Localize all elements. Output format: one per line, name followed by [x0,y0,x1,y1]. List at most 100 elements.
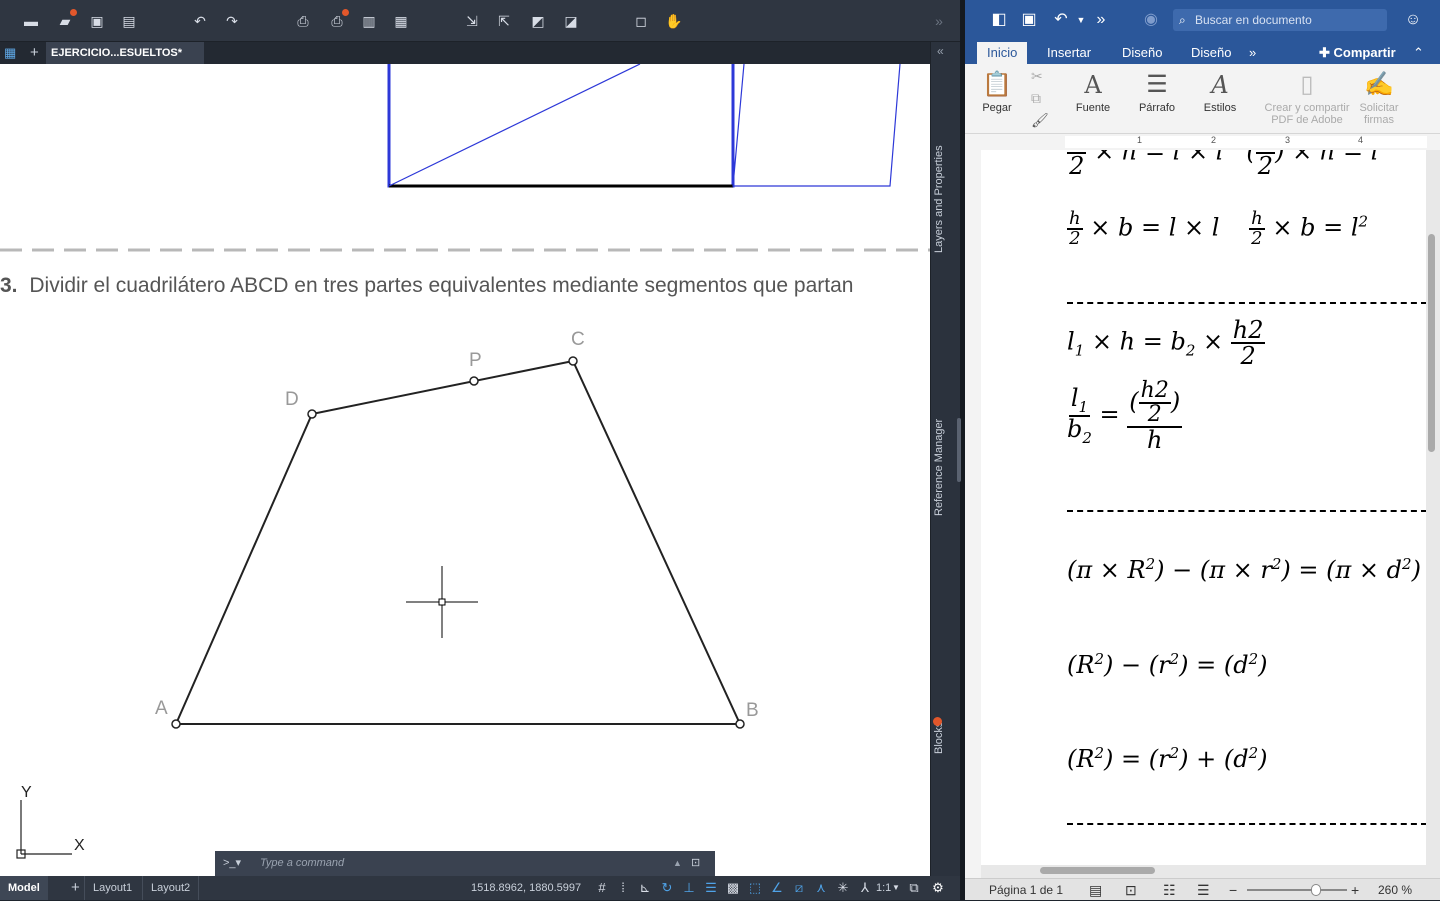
auto-scale-icon[interactable]: ✳ [835,880,851,896]
layout1-tab[interactable]: Layout1 [84,876,140,900]
collapse-chevron-icon[interactable]: « [937,44,944,58]
web-layout-icon[interactable]: ⊡ [1125,879,1137,901]
redo-icon[interactable]: ↷ [223,12,241,30]
transparency-icon[interactable]: ▩ [725,880,741,896]
zoom-slider-thumb[interactable] [1311,884,1321,896]
zoom-in-icon[interactable]: + [1351,879,1359,901]
plot-preview-icon[interactable]: ▥ [360,12,378,30]
selection-cycling-icon[interactable]: ⬚ [747,880,763,896]
export-icon[interactable]: ⇱ [495,12,513,30]
publish-icon[interactable]: ▦ [392,12,410,30]
zoom-level[interactable]: 260 % [1378,879,1412,901]
start-grid-icon[interactable]: ▦ [4,45,16,61]
blue-trapezoid [732,64,901,187]
paste-button[interactable]: 📋 Pegar [977,68,1017,114]
ortho-mode-icon[interactable]: ⊥ [681,880,697,896]
cut-icon[interactable]: ✂ [1031,68,1043,85]
tab-diseno-layout[interactable]: Diseño [1191,44,1231,62]
outline-view-icon[interactable]: ☷ [1163,879,1176,901]
share-view-icon[interactable]: ◩ [529,12,547,30]
command-customize-icon[interactable]: ⊡ [691,851,700,876]
equation-circles-sum: (R2) = (r2) + (d2) [1067,744,1268,773]
paragraph-button[interactable]: ☰ Párrafo [1131,68,1183,114]
equation-l1-h: l1 × h = b2 × h2 2 [1067,316,1266,370]
copy-icon[interactable]: ⧉ [1031,90,1041,107]
label-a: A [155,698,168,719]
new-tab-plus-icon[interactable]: + [30,44,39,61]
tab-diseno[interactable]: Diseño [1122,44,1162,62]
zoom-slider[interactable] [1247,884,1347,896]
chevron-right-icon[interactable]: » [930,12,948,30]
command-input[interactable]: Type a command [260,851,344,876]
polar-tracking-icon[interactable]: ↻ [659,880,675,896]
collapse-ribbon-icon[interactable]: ⌃ [1413,44,1424,62]
zoom-window-icon[interactable]: ◻ [632,12,650,30]
tab-insertar[interactable]: Insertar [1047,44,1091,62]
horizontal-ruler[interactable]: 1 2 3 4 [965,134,1440,150]
ruler-mark-2: 2 [1211,135,1217,145]
annotation-scale-icon[interactable]: ⅄ [857,880,873,896]
annotation-visibility-icon[interactable]: ⋏ [813,880,829,896]
vertical-ruler[interactable] [965,150,981,878]
request-signatures-button[interactable]: ✍ Solicitar firmas [1353,68,1405,126]
snap-mode-icon[interactable]: ⁞ [615,880,631,896]
split-view-handle[interactable] [957,418,961,482]
zoom-out-icon[interactable]: − [1229,879,1237,901]
search-document-input[interactable]: ⌕ Buscar en documento [1173,9,1387,31]
point-d-marker [307,409,317,419]
print-layout-icon[interactable]: ▤ [1089,879,1102,901]
more-tabs-icon[interactable]: » [1249,44,1256,62]
draft-view-icon[interactable]: ☰ [1197,879,1210,901]
dynamic-ucs-icon[interactable]: ⧄ [791,880,807,896]
page-count[interactable]: Página 1 de 1 [989,879,1063,901]
new-file-icon[interactable]: ▬ [22,12,40,30]
undo-icon[interactable]: ↶ [191,12,209,30]
reference-manager-tab[interactable]: Reference Manager [933,410,959,525]
drawing-canvas[interactable]: 3. Dividir el cuadrilátero ABCD en tres … [0,64,930,876]
infer-constraints-icon[interactable]: ⊾ [637,880,653,896]
side-palette-strip: « Layers and Properties Reference Manage… [930,42,960,876]
document-page[interactable]: h2 × h = l × l (h2) × h = l h2 × b = l ×… [981,150,1426,865]
batch-plot-icon[interactable]: ⎙ [328,9,349,30]
command-history-chevron-icon[interactable]: ▲ [673,851,682,876]
save-as-icon[interactable]: ▤ [120,12,138,30]
import-icon[interactable]: ⇲ [463,12,481,30]
command-line[interactable]: >_▾ Type a command ▲ ⊡ [215,851,715,876]
save-icon[interactable]: ▣ [1019,10,1039,30]
ucs-x-label: X [74,837,85,854]
gear-icon[interactable]: ⚙ [930,880,946,896]
save-icon[interactable]: ▣ [88,12,106,30]
tab-inicio[interactable]: Inicio [977,42,1028,64]
cloud-icon[interactable]: ◪ [562,12,580,30]
undo-icon[interactable]: ↶ [1051,10,1071,30]
pan-hand-icon[interactable]: ✋ [665,12,683,30]
share-button[interactable]: ✚ Compartir [1319,44,1396,62]
styles-a-icon: A [1211,71,1229,99]
adobe-pdf-button[interactable]: ▯ Crear y compartir PDF de Adobe [1259,68,1355,126]
horizontal-scrollbar[interactable] [1040,867,1155,874]
lineweight-icon[interactable]: ☰ [703,880,719,896]
workspace-switch-icon[interactable]: ⧉ [906,880,922,896]
document-tab[interactable]: EJERCICIO...ESUELTOS* [46,42,204,64]
print-icon[interactable]: ⎙ [294,12,312,30]
model-tab[interactable]: Model [0,876,48,900]
open-file-icon[interactable]: ▰ [56,9,77,30]
smiley-feedback-icon[interactable]: ☺ [1403,10,1423,30]
blue-diagonal-line [388,64,641,187]
layout2-tab[interactable]: Layout2 [142,876,200,900]
font-button[interactable]: A Fuente [1069,68,1117,114]
object-snap-icon[interactable]: ∠ [769,880,785,896]
vertical-scrollbar[interactable] [1428,234,1435,452]
equation-circles-pi: (π × R2) − (π × r2) = (π × d2) [1067,555,1421,584]
styles-button[interactable]: A Estilos [1197,68,1243,114]
sidebar-toggle-icon[interactable]: ◧ [989,10,1009,30]
format-painter-icon[interactable]: 🖌 [1031,112,1049,129]
undo-dropdown-icon[interactable]: ▼ [1071,10,1091,30]
command-prompt-icon[interactable]: >_▾ [223,851,241,876]
layers-properties-tab[interactable]: Layers and Properties [933,134,959,264]
cursor-coordinates: 1518.8962, 1880.5997 [471,882,582,894]
scale-dropdown-icon[interactable]: ▼ [888,880,904,896]
search-placeholder: Buscar en documento [1195,13,1312,27]
grid-icon[interactable]: # [594,880,610,896]
more-commands-icon[interactable]: » [1091,10,1111,30]
